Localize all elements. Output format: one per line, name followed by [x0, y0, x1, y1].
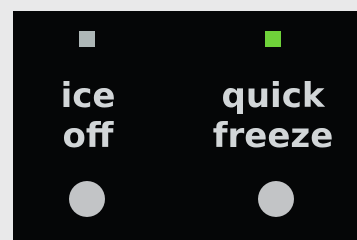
control-panel: ice off quick freeze	[13, 11, 357, 240]
quick-freeze-label-line2: freeze	[212, 116, 334, 156]
ice-off-control: ice off	[13, 11, 163, 240]
quick-freeze-label: quick freeze	[198, 76, 348, 156]
control-panel-frame: ice off quick freeze	[0, 0, 357, 240]
quick-freeze-button[interactable]	[258, 181, 294, 217]
ice-off-label-line2: off	[62, 116, 114, 156]
quick-freeze-label-line1: quick	[221, 76, 325, 116]
ice-off-indicator-led-icon	[79, 31, 95, 47]
ice-off-button[interactable]	[69, 181, 105, 217]
quick-freeze-control: quick freeze	[198, 11, 348, 240]
quick-freeze-indicator-led-icon	[265, 31, 281, 47]
ice-off-label-line1: ice	[60, 76, 116, 116]
ice-off-label: ice off	[13, 76, 163, 156]
